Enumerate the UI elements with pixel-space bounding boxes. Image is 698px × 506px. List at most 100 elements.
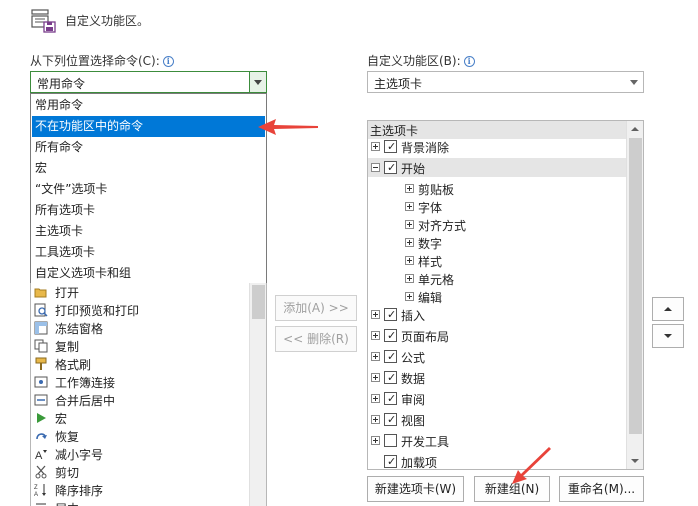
- customize-ribbon-label: 自定义功能区(B): i: [367, 52, 475, 69]
- list-item[interactable]: A 减小字号: [32, 445, 252, 463]
- list-item[interactable]: 宏: [32, 409, 252, 427]
- expand-icon[interactable]: [405, 238, 414, 247]
- freeze-panes-icon: [34, 321, 48, 335]
- tree-item-alignment[interactable]: 对齐方式: [368, 215, 626, 234]
- tree-scrollbar[interactable]: [626, 121, 643, 469]
- tree-item-bg-removal[interactable]: ✓ 背景消除: [368, 137, 626, 156]
- combo-dropdown-button[interactable]: [626, 72, 643, 92]
- list-item[interactable]: 剪切: [32, 463, 252, 481]
- remove-button[interactable]: << 删除(R): [275, 326, 357, 352]
- open-folder-icon: [34, 285, 48, 299]
- customize-ribbon-icon: [30, 8, 58, 34]
- collapse-icon[interactable]: [371, 163, 380, 172]
- expand-icon[interactable]: [405, 274, 414, 283]
- tree-item-number[interactable]: 数字: [368, 233, 626, 252]
- rename-button[interactable]: 重命名(M)...: [559, 476, 644, 502]
- tree-item-editing[interactable]: 编辑: [368, 287, 626, 306]
- tree-item-clipboard[interactable]: 剪贴板: [368, 179, 626, 198]
- expand-icon[interactable]: [371, 142, 380, 151]
- checkbox[interactable]: ✓: [384, 392, 397, 405]
- expand-icon[interactable]: [371, 352, 380, 361]
- tree-item-home[interactable]: ✓ 开始: [368, 158, 626, 177]
- expand-icon[interactable]: [405, 292, 414, 301]
- tree-item-view[interactable]: ✓ 视图: [368, 410, 626, 429]
- list-item[interactable]: 打开: [32, 283, 252, 301]
- expand-icon[interactable]: [371, 331, 380, 340]
- expand-icon[interactable]: [405, 184, 414, 193]
- tree-item-cells[interactable]: 单元格: [368, 269, 626, 288]
- list-item[interactable]: 居中: [32, 499, 252, 506]
- checkbox[interactable]: ✓: [384, 329, 397, 342]
- format-painter-icon: [34, 357, 48, 371]
- move-up-button[interactable]: [652, 297, 684, 321]
- expand-icon[interactable]: [371, 394, 380, 403]
- commands-scrollbar[interactable]: [249, 283, 266, 506]
- dropdown-item[interactable]: 所有选项卡: [32, 200, 265, 221]
- dropdown-item-selected[interactable]: 不在功能区中的命令: [32, 116, 265, 137]
- dropdown-item[interactable]: 工具选项卡: [32, 242, 265, 263]
- workbook-connections-icon: [34, 375, 48, 389]
- add-button[interactable]: 添加(A) >>: [275, 295, 357, 321]
- list-item[interactable]: ZA 降序排序: [32, 481, 252, 499]
- customize-ribbon-combo[interactable]: 主选项卡: [367, 71, 644, 93]
- dropdown-item[interactable]: 主选项卡: [32, 221, 265, 242]
- list-item[interactable]: 合并后居中: [32, 391, 252, 409]
- scroll-up-icon[interactable]: [631, 127, 639, 131]
- arrow-up-icon: [664, 307, 672, 311]
- tree-item-formulas[interactable]: ✓ 公式: [368, 347, 626, 366]
- tree-item-insert[interactable]: ✓ 插入: [368, 305, 626, 324]
- commands-list[interactable]: 打开 打印预览和打印 冻结窗格 复制 格式刷 工作簿连接 合并后居中 宏 恢复 …: [30, 283, 267, 506]
- chevron-down-icon: [630, 80, 638, 85]
- expand-icon[interactable]: [405, 256, 414, 265]
- expand-icon[interactable]: [405, 202, 414, 211]
- info-icon[interactable]: i: [463, 56, 475, 67]
- choose-commands-combo[interactable]: 常用命令: [30, 71, 267, 93]
- annotation-arrow: [508, 444, 552, 488]
- tree-item-review[interactable]: ✓ 审阅: [368, 389, 626, 408]
- checkbox[interactable]: ✓: [384, 413, 397, 426]
- checkbox[interactable]: ✓: [384, 350, 397, 363]
- list-item[interactable]: 冻结窗格: [32, 319, 256, 337]
- list-item[interactable]: 打印预览和打印: [32, 301, 252, 319]
- checkbox[interactable]: ✓: [384, 371, 397, 384]
- checkbox[interactable]: ✓: [384, 161, 397, 174]
- scroll-down-icon[interactable]: [631, 459, 639, 463]
- chevron-down-icon: [254, 80, 262, 85]
- tree-item-styles[interactable]: 样式: [368, 251, 626, 270]
- list-item[interactable]: 格式刷: [32, 355, 252, 373]
- dropdown-item[interactable]: 所有命令: [32, 137, 265, 158]
- checkbox[interactable]: ✓: [384, 308, 397, 321]
- tree-item-data[interactable]: ✓ 数据: [368, 368, 626, 387]
- checkbox[interactable]: ✓: [384, 140, 397, 153]
- choose-commands-dropdown[interactable]: 常用命令 不在功能区中的命令 所有命令 宏 “文件”选项卡 所有选项卡 主选项卡…: [30, 93, 267, 285]
- tree-item-developer[interactable]: 开发工具: [368, 431, 626, 450]
- dropdown-item[interactable]: 自定义选项卡和组: [32, 263, 265, 284]
- print-preview-icon: [34, 303, 48, 317]
- checkbox[interactable]: [384, 434, 397, 447]
- info-icon[interactable]: i: [162, 56, 174, 67]
- new-tab-button[interactable]: 新建选项卡(W): [367, 476, 464, 502]
- expand-icon[interactable]: [371, 436, 380, 445]
- combo-dropdown-button[interactable]: [249, 72, 266, 92]
- dropdown-item[interactable]: 宏: [32, 158, 265, 179]
- list-item[interactable]: 工作簿连接: [32, 373, 252, 391]
- svg-text:A: A: [34, 492, 38, 497]
- expand-icon[interactable]: [371, 373, 380, 382]
- scrollbar-thumb[interactable]: [629, 138, 642, 434]
- move-down-button[interactable]: [652, 324, 684, 348]
- tree-item-addins[interactable]: ✓ 加载项: [368, 452, 626, 469]
- expand-icon[interactable]: [405, 220, 414, 229]
- dropdown-item[interactable]: 常用命令: [32, 95, 265, 116]
- page-title: 自定义功能区。: [65, 14, 150, 28]
- scrollbar-thumb[interactable]: [252, 285, 265, 319]
- tree-item-font[interactable]: 字体: [368, 197, 626, 216]
- dropdown-item[interactable]: “文件”选项卡: [32, 179, 265, 200]
- ribbon-tree[interactable]: 主选项卡 ✓ 背景消除 ✓ 开始 剪贴板 字体 对齐方式 数字 样式 单元格 编…: [367, 120, 644, 470]
- checkbox[interactable]: ✓: [384, 455, 397, 468]
- list-item[interactable]: 复制: [32, 337, 252, 355]
- cut-icon: [34, 465, 48, 479]
- expand-icon[interactable]: [371, 310, 380, 319]
- expand-icon[interactable]: [371, 415, 380, 424]
- tree-item-page-layout[interactable]: ✓ 页面布局: [368, 326, 626, 345]
- list-item[interactable]: 恢复: [32, 427, 264, 445]
